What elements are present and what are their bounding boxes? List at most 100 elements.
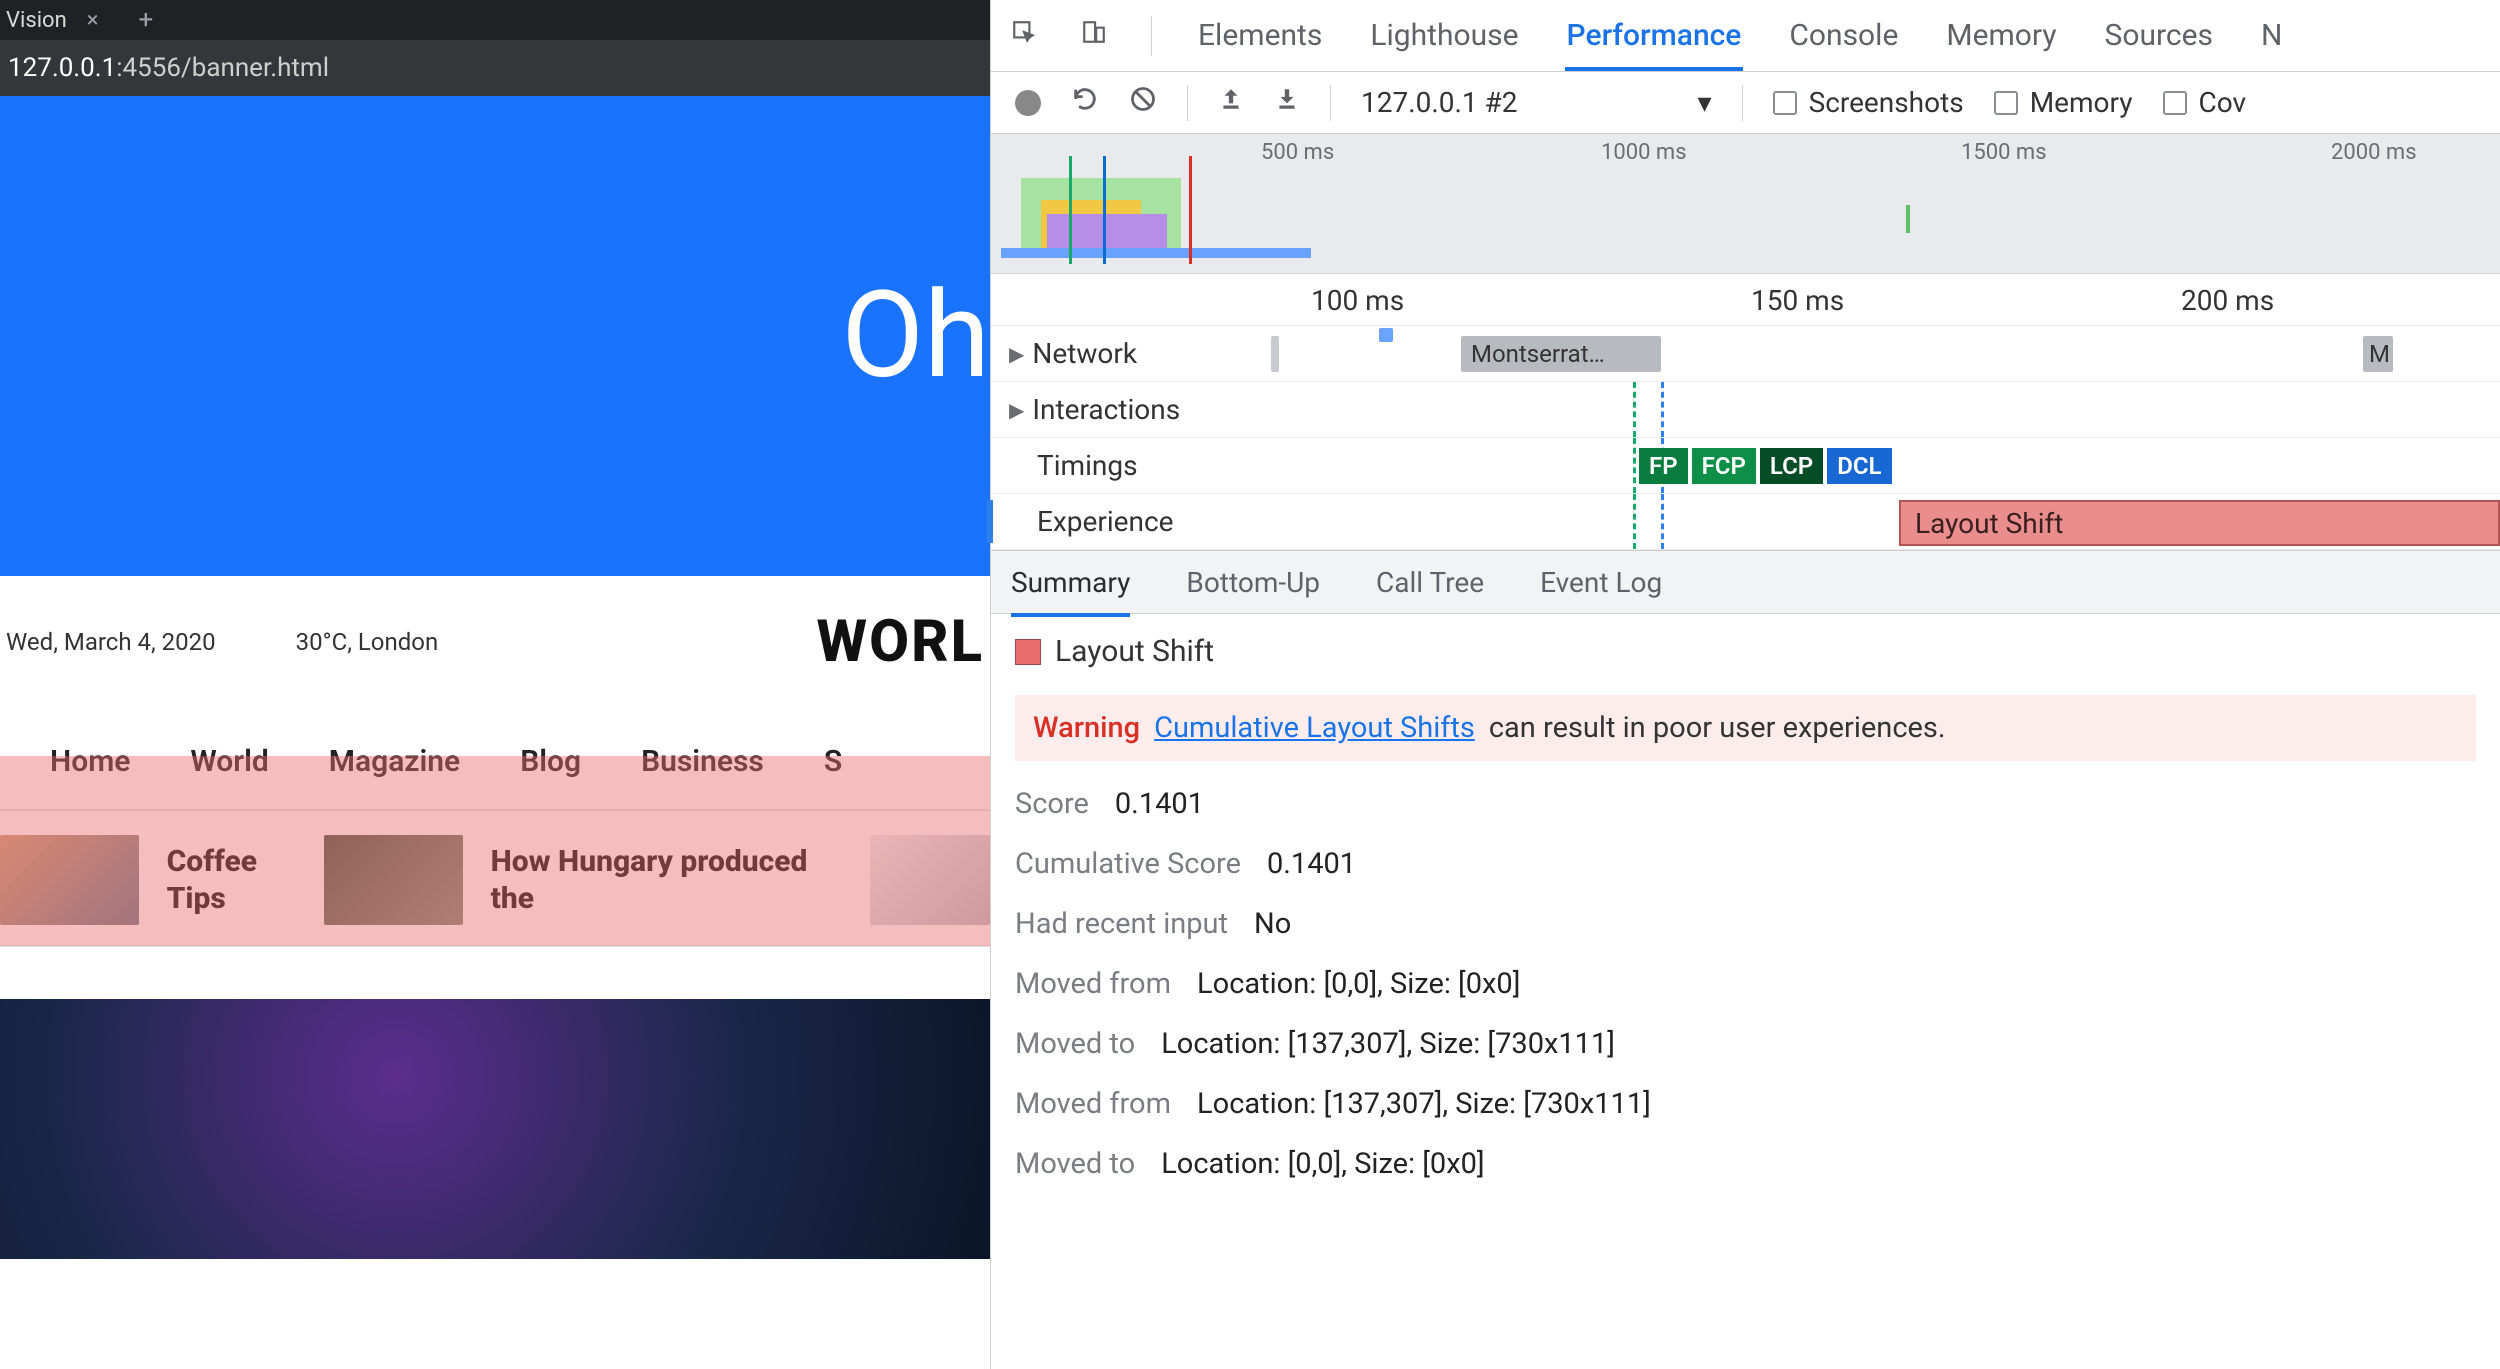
- overview-tick: 1500 ms: [1961, 140, 2047, 165]
- main-nav: Home World Magazine Blog Business S: [0, 684, 990, 809]
- device-icon[interactable]: [1081, 19, 1107, 52]
- screenshots-checkbox[interactable]: Screenshots: [1773, 86, 1964, 119]
- timing-badge-fp[interactable]: FP: [1639, 448, 1688, 484]
- warning-banner: Warning Cumulative Layout Shifts can res…: [1015, 695, 2476, 761]
- chevron-down-icon: ▾: [1698, 86, 1712, 119]
- site-title: WORL: [817, 608, 985, 676]
- subtab-summary[interactable]: Summary: [1011, 548, 1130, 617]
- track-interactions[interactable]: ▶ Interactions: [991, 382, 2500, 438]
- overview-minimap: [1001, 156, 1201, 264]
- nav-magazine[interactable]: Magazine: [329, 744, 460, 779]
- ruler-tick: 200 ms: [2181, 284, 2274, 317]
- clear-icon[interactable]: [1129, 85, 1157, 120]
- profile-select-label: 127.0.0.1 #2: [1361, 86, 1518, 119]
- overview-marker: [1906, 205, 1910, 233]
- track-network[interactable]: ▶ Network Montserrat… M: [991, 326, 2500, 382]
- page-viewport: Oh Wed, March 4, 2020 30°C, London WORL …: [0, 96, 990, 1369]
- download-icon[interactable]: [1274, 86, 1300, 119]
- tab-memory[interactable]: Memory: [1944, 0, 2058, 71]
- disclosure-icon[interactable]: ▶: [1009, 398, 1024, 422]
- timeline-ruler[interactable]: 100 ms 150 ms 200 ms: [991, 274, 2500, 326]
- detail-row: Moved fromLocation: [0,0], Size: [0x0]: [1015, 967, 2476, 1001]
- address-path: :4556/banner.html: [116, 53, 329, 83]
- warning-text: can result in poor user experiences.: [1489, 711, 1946, 745]
- checkbox-icon: [2163, 91, 2187, 115]
- timing-marker-line: [1661, 382, 1664, 437]
- tab-more[interactable]: N: [2259, 0, 2284, 71]
- track-label: Timings: [1037, 449, 1138, 482]
- checkbox-icon: [1994, 91, 2018, 115]
- tab-lighthouse[interactable]: Lighthouse: [1368, 0, 1520, 71]
- new-tab-icon[interactable]: +: [139, 5, 154, 35]
- detail-row: Moved toLocation: [0,0], Size: [0x0]: [1015, 1147, 2476, 1181]
- tab-console[interactable]: Console: [1787, 0, 1900, 71]
- disclosure-icon[interactable]: ▶: [1009, 342, 1024, 366]
- inspect-icon[interactable]: [1011, 19, 1037, 52]
- hero-image: [0, 999, 990, 1259]
- devtools-tabs: Elements Lighthouse Performance Console …: [991, 0, 2500, 72]
- warning-label: Warning: [1033, 711, 1140, 745]
- banner-text: Oh: [841, 266, 990, 406]
- network-chip-label: M: [2369, 340, 2390, 368]
- coverage-checkbox[interactable]: Cov: [2163, 86, 2247, 119]
- tab-elements[interactable]: Elements: [1196, 0, 1324, 71]
- subtab-event-log[interactable]: Event Log: [1540, 566, 1662, 599]
- track-label: Interactions: [1032, 393, 1180, 426]
- subtab-call-tree[interactable]: Call Tree: [1376, 566, 1484, 599]
- page-weather: 30°C, London: [296, 628, 439, 656]
- layout-shift-event[interactable]: Layout Shift: [1899, 500, 2500, 546]
- record-icon[interactable]: [1015, 90, 1041, 116]
- reload-icon[interactable]: [1071, 85, 1099, 120]
- nav-blog[interactable]: Blog: [520, 744, 581, 779]
- overview-tick: 1000 ms: [1601, 140, 1687, 165]
- detail-row: Moved toLocation: [137,307], Size: [730x…: [1015, 1027, 2476, 1061]
- overview-tick: 2000 ms: [2331, 140, 2417, 165]
- thumbnail[interactable]: [324, 835, 463, 925]
- timing-badge-lcp[interactable]: LCP: [1760, 448, 1823, 484]
- track-timings[interactable]: Timings FP FCP LCP DCL: [991, 438, 2500, 494]
- memory-checkbox[interactable]: Memory: [1994, 86, 2133, 119]
- warning-link[interactable]: Cumulative Layout Shifts: [1154, 711, 1475, 745]
- browser-tab[interactable]: Vision ×: [0, 8, 119, 33]
- timing-marker-line: [1661, 494, 1664, 549]
- network-chip-label: Montserrat…: [1471, 340, 1605, 368]
- track-label: Experience: [1037, 505, 1174, 538]
- nav-business[interactable]: Business: [641, 744, 764, 779]
- profile-select[interactable]: 127.0.0.1 #2 ▾: [1361, 86, 1712, 119]
- divider: [0, 945, 990, 947]
- close-icon[interactable]: ×: [87, 8, 99, 33]
- detail-title-row: Layout Shift: [1015, 634, 2476, 669]
- nav-more[interactable]: S: [824, 744, 842, 779]
- network-chip[interactable]: [1271, 336, 1279, 372]
- timing-badge-dcl[interactable]: DCL: [1827, 448, 1891, 484]
- summary-panel: Layout Shift Warning Cumulative Layout S…: [991, 614, 2500, 1201]
- hero-banner: Oh: [0, 96, 990, 576]
- network-chip[interactable]: [1379, 328, 1393, 342]
- thumbnail[interactable]: [0, 835, 139, 925]
- thumbnail[interactable]: [870, 835, 990, 925]
- track-label: Network: [1032, 337, 1137, 370]
- track-experience[interactable]: Experience Layout Shift: [991, 494, 2500, 550]
- tab-performance[interactable]: Performance: [1565, 0, 1744, 71]
- headline[interactable]: Coffee Tips: [167, 843, 296, 918]
- nav-home[interactable]: Home: [50, 744, 130, 779]
- network-chip[interactable]: M: [2363, 336, 2393, 372]
- browser-tabbar: Vision × +: [0, 0, 990, 40]
- nav-world[interactable]: World: [190, 744, 268, 779]
- color-swatch-icon: [1015, 639, 1041, 665]
- tab-title: Vision: [6, 8, 67, 33]
- subtab-bottom-up[interactable]: Bottom-Up: [1186, 566, 1320, 599]
- meta-row: Wed, March 4, 2020 30°C, London WORL: [0, 576, 990, 684]
- timeline-overview[interactable]: 500 ms 1000 ms 1500 ms 2000 ms: [991, 134, 2500, 274]
- timing-badge-fcp[interactable]: FCP: [1692, 448, 1756, 484]
- upload-icon[interactable]: [1218, 86, 1244, 119]
- performance-toolbar: 127.0.0.1 #2 ▾ Screenshots Memory Cov: [991, 72, 2500, 134]
- overview-tick: 500 ms: [1261, 140, 1334, 165]
- headline[interactable]: How Hungary produced the: [491, 843, 842, 918]
- network-chip[interactable]: Montserrat…: [1461, 336, 1661, 372]
- checkbox-icon: [1773, 91, 1797, 115]
- article-strip: Coffee Tips How Hungary produced the: [0, 811, 990, 945]
- timing-marker-line: [1633, 382, 1636, 437]
- tab-sources[interactable]: Sources: [2103, 0, 2215, 71]
- address-bar[interactable]: 127.0.0.1:4556/banner.html: [0, 40, 990, 96]
